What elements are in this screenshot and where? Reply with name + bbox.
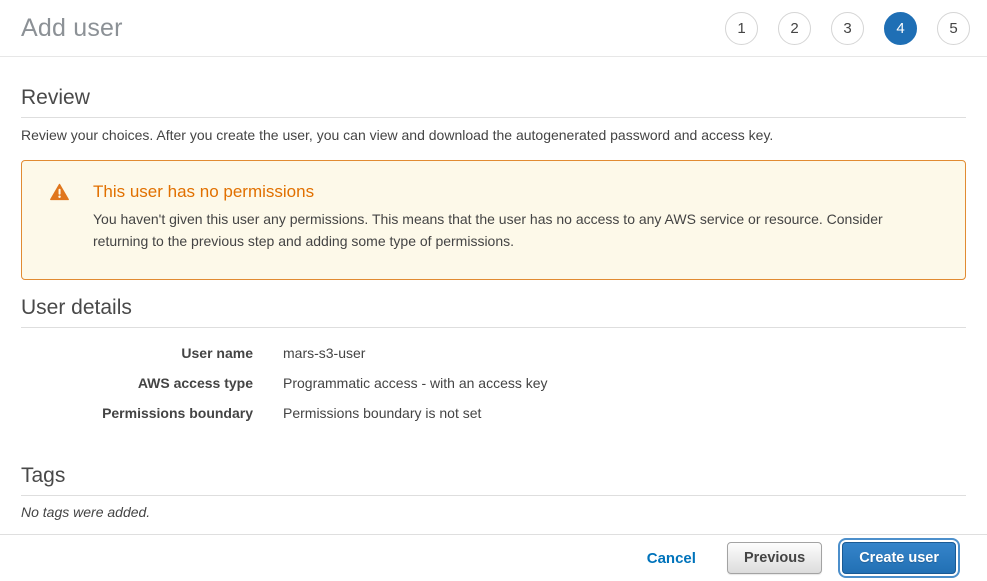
- warning-title: This user has no permissions: [93, 182, 941, 202]
- permissions-boundary-value: Permissions boundary is not set: [283, 405, 481, 421]
- table-row: User name mars-s3-user: [21, 338, 966, 368]
- add-user-wizard: Add user 1 2 3 4 5 Review Review your ch…: [0, 0, 987, 581]
- table-row: Permissions boundary Permissions boundar…: [21, 398, 966, 428]
- wizard-footer: Cancel Previous Create user: [0, 534, 987, 581]
- warning-text: This user has no permissions You haven't…: [93, 182, 941, 252]
- user-name-value: mars-s3-user: [283, 345, 365, 361]
- step-indicator: 1 2 3 4 5: [725, 12, 970, 45]
- cancel-button[interactable]: Cancel: [647, 550, 696, 567]
- step-1[interactable]: 1: [725, 12, 758, 45]
- no-permissions-warning: This user has no permissions You haven't…: [21, 160, 966, 280]
- tags-empty-message: No tags were added.: [21, 504, 966, 520]
- permissions-boundary-label: Permissions boundary: [21, 405, 253, 421]
- access-type-label: AWS access type: [21, 375, 253, 391]
- user-name-label: User name: [21, 345, 253, 361]
- user-details-section-heading: User details: [21, 296, 966, 328]
- step-3[interactable]: 3: [831, 12, 864, 45]
- access-type-value: Programmatic access - with an access key: [283, 375, 548, 391]
- table-row: AWS access type Programmatic access - wi…: [21, 368, 966, 398]
- step-2[interactable]: 2: [778, 12, 811, 45]
- tags-section-heading: Tags: [21, 464, 966, 496]
- warning-triangle-icon: [50, 183, 69, 206]
- previous-button[interactable]: Previous: [727, 542, 822, 574]
- create-user-button[interactable]: Create user: [842, 542, 956, 574]
- review-section-heading: Review: [21, 86, 966, 118]
- wizard-header: Add user 1 2 3 4 5: [0, 0, 987, 57]
- warning-body: You haven't given this user any permissi…: [93, 208, 941, 252]
- user-details-rows: User name mars-s3-user AWS access type P…: [21, 338, 966, 428]
- wizard-content: Review Review your choices. After you cr…: [0, 86, 987, 520]
- step-4-active[interactable]: 4: [884, 12, 917, 45]
- review-description: Review your choices. After you create th…: [21, 127, 966, 143]
- step-5[interactable]: 5: [937, 12, 970, 45]
- page-title: Add user: [21, 14, 123, 43]
